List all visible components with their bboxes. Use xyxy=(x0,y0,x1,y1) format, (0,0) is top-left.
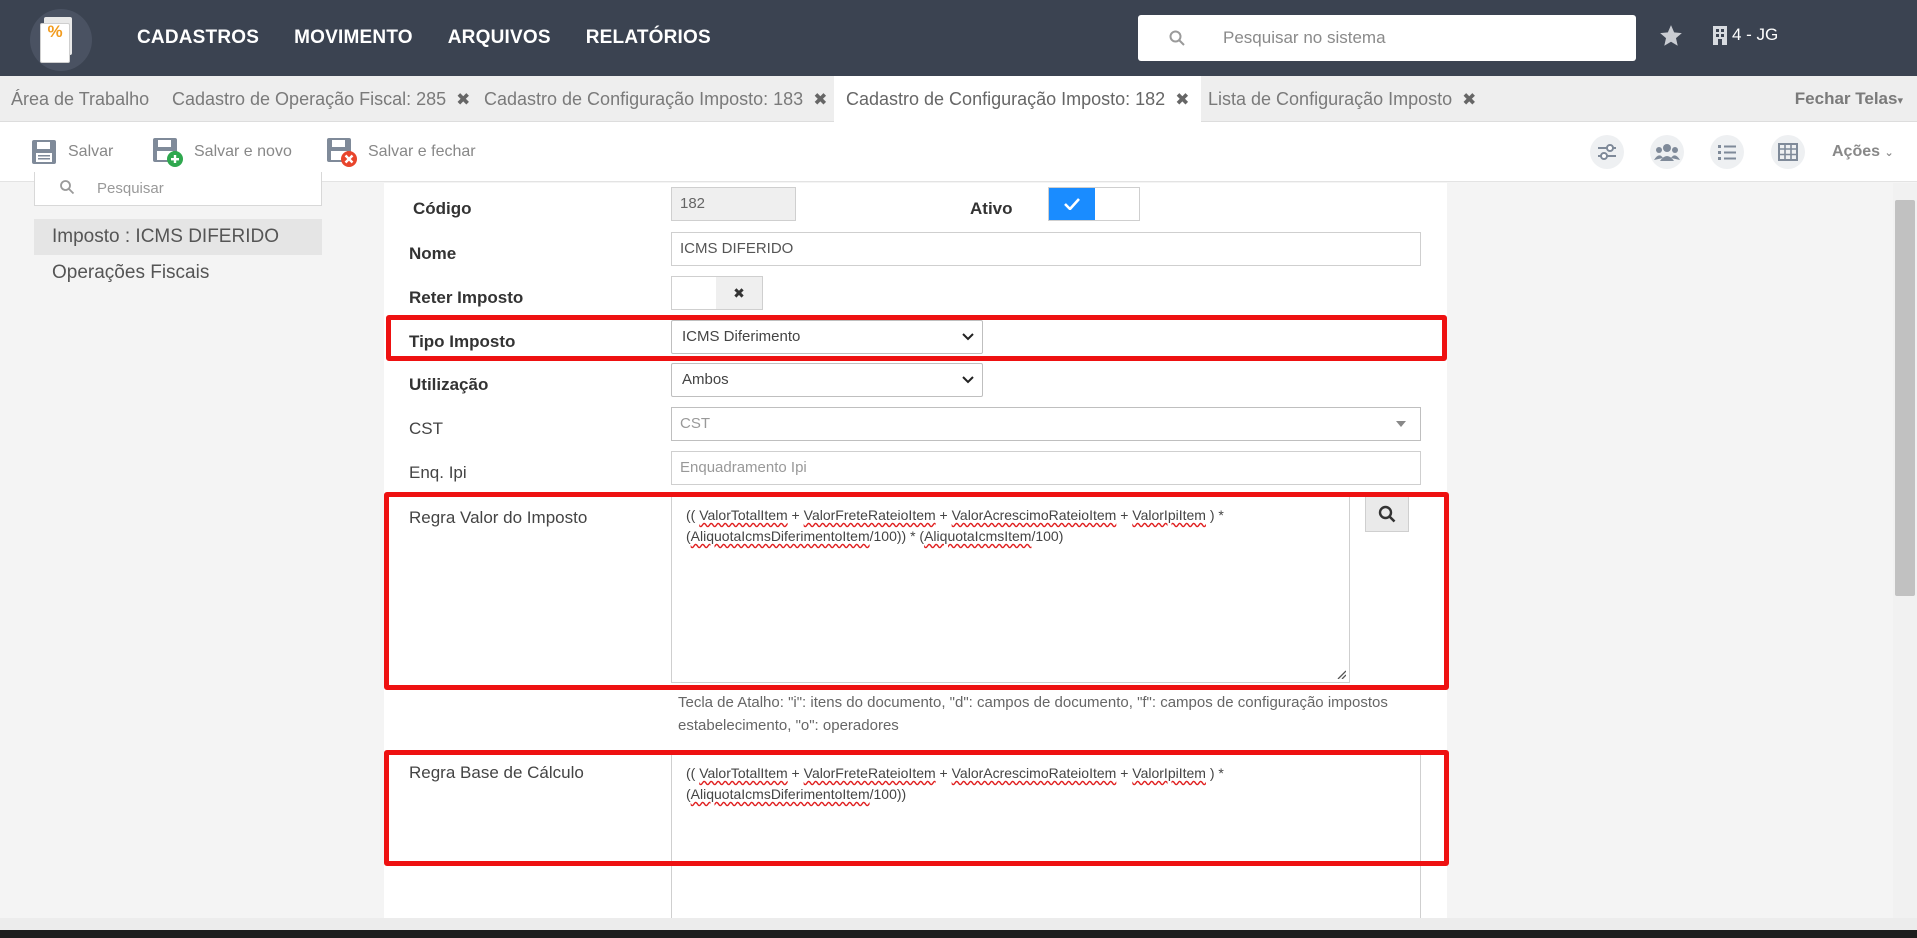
main-menu: CADASTROS MOVIMENTO ARQUIVOS RELATÓRIOS xyxy=(137,0,711,76)
checkmark-icon xyxy=(1049,188,1095,220)
floppy-disk-icon xyxy=(32,140,56,164)
caret-down-icon: ▾ xyxy=(1897,95,1903,107)
enq-ipi-field[interactable]: Enquadramento Ipi xyxy=(671,451,1421,485)
company-selector[interactable]: 4 - JG xyxy=(1712,25,1778,45)
bottom-edge xyxy=(0,930,1917,938)
tab-config-imposto-183[interactable]: Cadastro de Configuração Imposto: 183 ✖ xyxy=(484,76,827,122)
nome-field[interactable]: ICMS DIFERIDO xyxy=(671,232,1421,266)
floppy-disk-add-icon xyxy=(153,138,183,167)
regra-base-textarea[interactable]: (( ValorTotalItem + ValorFreteRateioItem… xyxy=(671,754,1421,934)
caret-down-icon xyxy=(1396,421,1406,427)
chevron-down-icon xyxy=(962,333,974,341)
save-button[interactable]: Salvar xyxy=(30,132,113,172)
regra-base-label: Regra Base de Cálculo xyxy=(409,763,584,782)
search-icon xyxy=(1378,505,1396,523)
codigo-field[interactable]: 182 xyxy=(671,187,796,221)
x-icon: ✖ xyxy=(716,277,762,309)
left-search-input[interactable] xyxy=(97,172,307,204)
favorites-star-icon[interactable] xyxy=(1658,23,1684,49)
close-icon[interactable]: ✖ xyxy=(1462,90,1476,109)
reter-imposto-toggle[interactable]: ✖ xyxy=(671,276,763,310)
tab-area-de-trabalho[interactable]: Área de Trabalho xyxy=(11,76,149,122)
ativo-label: Ativo xyxy=(970,199,1013,218)
menu-arquivos[interactable]: ARQUIVOS xyxy=(448,27,551,49)
tab-config-imposto-182[interactable]: Cadastro de Configuração Imposto: 182 ✖ xyxy=(834,76,1202,122)
global-search xyxy=(1138,15,1636,61)
percent-icon: % xyxy=(47,22,63,41)
reter-imposto-label: Reter Imposto xyxy=(409,288,524,307)
building-icon xyxy=(1713,26,1727,45)
sliders-icon[interactable] xyxy=(1590,135,1624,169)
left-item-operacoes-fiscais[interactable]: Operações Fiscais xyxy=(34,255,322,291)
tab-lista-config-imposto[interactable]: Lista de Configuração Imposto ✖ xyxy=(1208,76,1476,122)
users-group-icon[interactable] xyxy=(1650,135,1684,169)
top-navbar: % CADASTROS MOVIMENTO ARQUIVOS RELATÓRIO… xyxy=(0,0,1917,76)
form-card: Código 182 Ativo Nome ICMS DIFERIDO Rete… xyxy=(384,183,1447,934)
save-and-new-button[interactable]: Salvar e novo xyxy=(152,132,292,172)
regra-valor-lookup-button[interactable] xyxy=(1365,496,1409,532)
tipo-imposto-label: Tipo Imposto xyxy=(409,332,516,351)
regra-valor-label: Regra Valor do Imposto xyxy=(409,508,588,527)
menu-relatorios[interactable]: RELATÓRIOS xyxy=(586,27,711,49)
tipo-imposto-select[interactable]: ICMS Diferimento xyxy=(671,320,983,354)
utilizacao-select[interactable]: Ambos xyxy=(671,363,983,397)
menu-cadastros[interactable]: CADASTROS xyxy=(137,27,259,49)
scrollbar-thumb[interactable] xyxy=(1895,200,1915,596)
utilizacao-label: Utilização xyxy=(409,375,489,394)
left-search xyxy=(34,172,322,206)
actions-dropdown[interactable]: Ações ⌄ xyxy=(1832,122,1894,182)
close-icon[interactable]: ✖ xyxy=(1175,90,1189,109)
company-name: 4 - JG xyxy=(1732,25,1779,44)
left-item-imposto[interactable]: Imposto : ICMS DIFERIDO xyxy=(34,219,322,255)
chevron-down-icon xyxy=(962,376,974,384)
floppy-disk-close-icon xyxy=(327,138,357,167)
codigo-label: Código xyxy=(413,199,472,218)
chevron-down-icon: ⌄ xyxy=(1884,147,1894,159)
shortcut-hint: Tecla de Atalho: "i": itens do documento… xyxy=(678,694,1388,734)
save-and-close-button[interactable]: Salvar e fechar xyxy=(326,132,476,172)
menu-movimento[interactable]: MOVIMENTO xyxy=(294,27,413,49)
ativo-toggle[interactable] xyxy=(1048,187,1140,221)
resize-handle-icon[interactable] xyxy=(1336,669,1346,679)
search-icon xyxy=(1169,30,1185,46)
app-logo[interactable]: % xyxy=(30,9,92,71)
cst-label: CST xyxy=(409,419,443,438)
tab-bar: Área de Trabalho Cadastro de Operação Fi… xyxy=(0,76,1917,122)
enq-ipi-label: Enq. Ipi xyxy=(409,463,467,482)
regra-valor-textarea[interactable]: (( ValorTotalItem + ValorFreteRateioItem… xyxy=(671,496,1350,683)
search-icon xyxy=(60,180,75,195)
tab-operacao-fiscal-285[interactable]: Cadastro de Operação Fiscal: 285 ✖ xyxy=(172,76,470,122)
close-all-tabs-button[interactable]: Fechar Telas▾ xyxy=(1795,76,1903,122)
table-grid-icon[interactable] xyxy=(1771,135,1805,169)
nome-label: Nome xyxy=(409,244,457,263)
cst-select[interactable]: CST xyxy=(671,407,1421,441)
close-icon[interactable]: ✖ xyxy=(456,90,470,109)
close-icon[interactable]: ✖ xyxy=(813,90,827,109)
list-icon[interactable] xyxy=(1710,135,1744,169)
global-search-input[interactable] xyxy=(1223,15,1623,61)
